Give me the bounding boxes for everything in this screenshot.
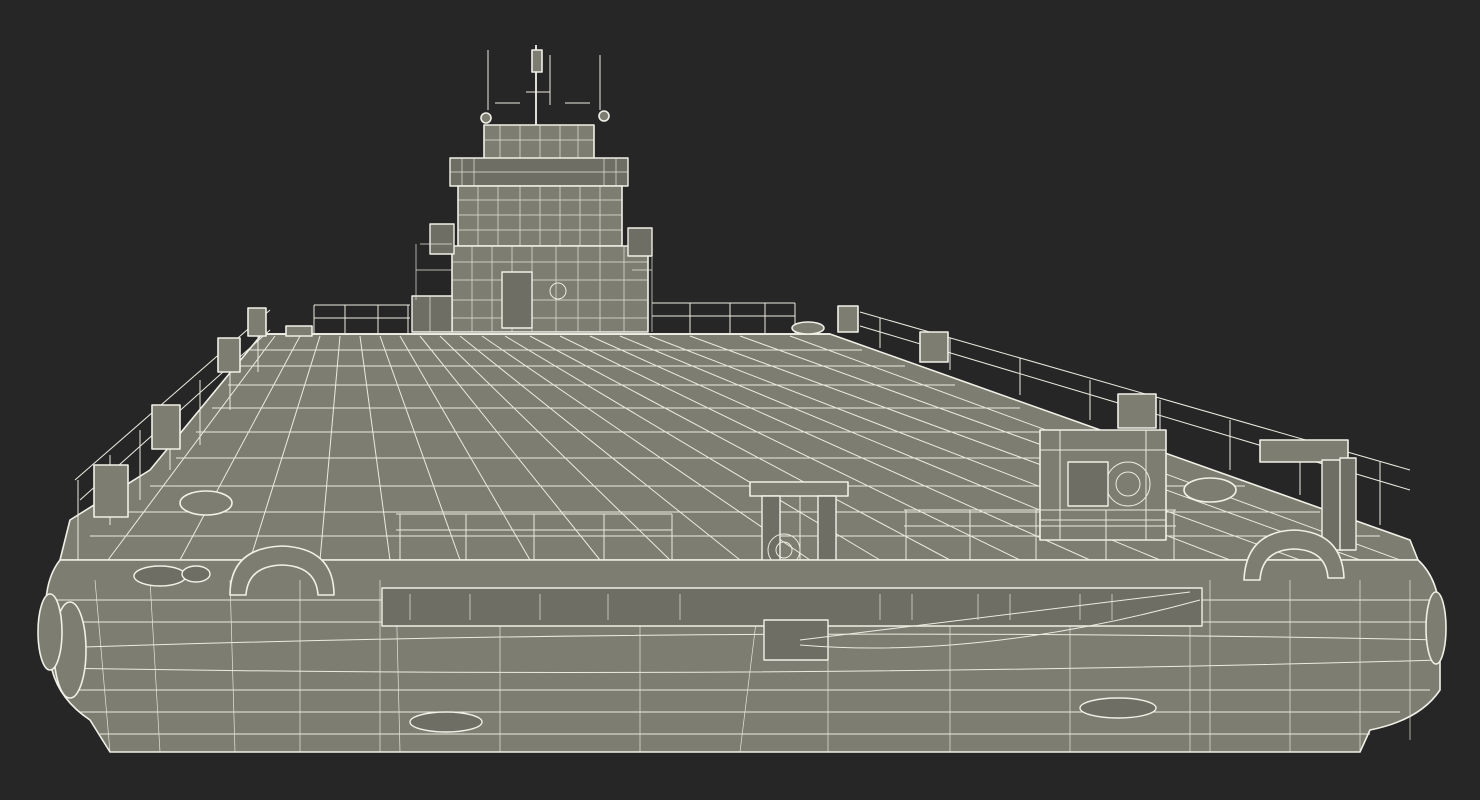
wireframe-viewport bbox=[0, 0, 1480, 800]
hull bbox=[45, 559, 1441, 753]
winch-cage-right bbox=[1039, 429, 1167, 541]
